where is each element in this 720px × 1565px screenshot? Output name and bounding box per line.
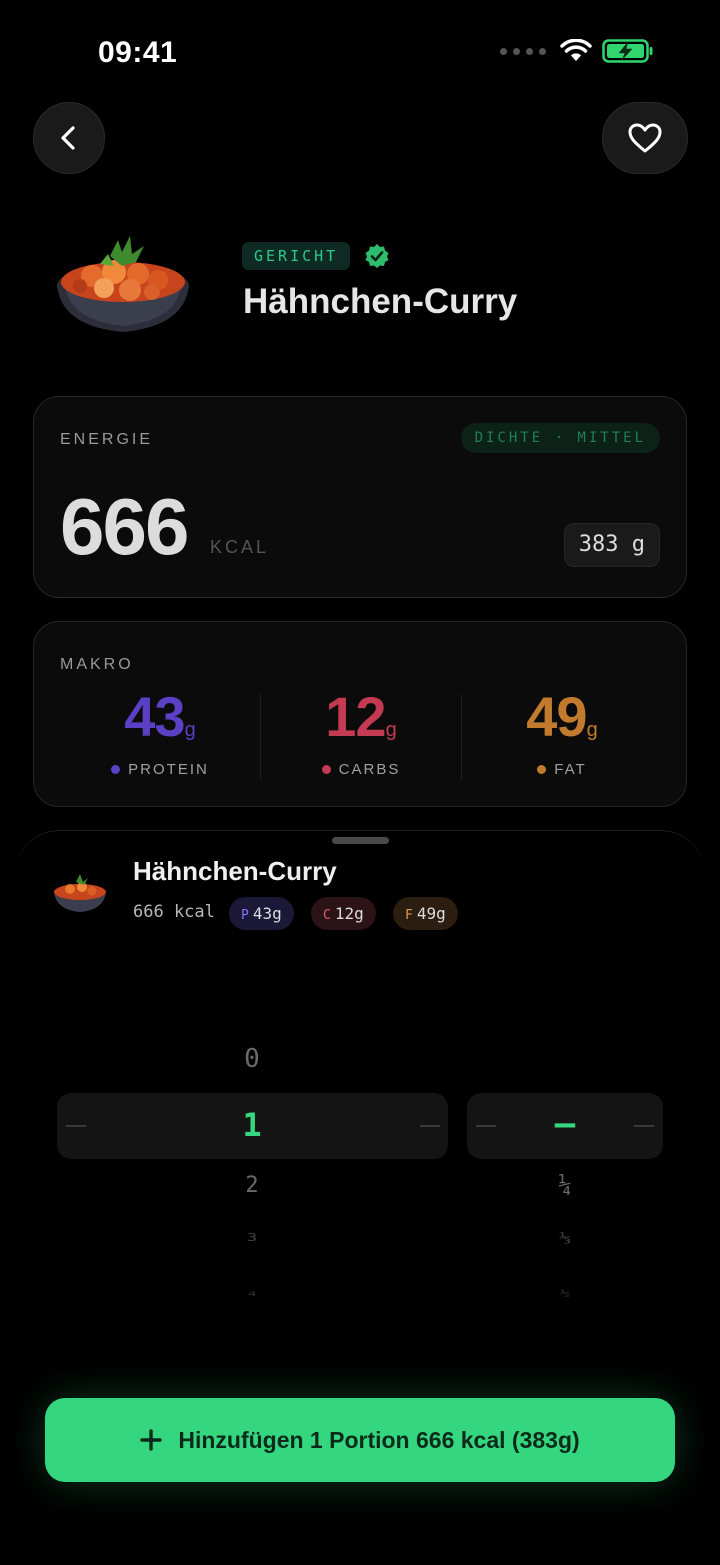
- carbs-pill-key: C: [323, 908, 331, 923]
- macro-fat: 49g FAT: [462, 684, 662, 778]
- battery-charging-icon: [602, 39, 653, 63]
- protein-pill: P 43g: [229, 897, 294, 930]
- carbs-label: CARBS: [338, 761, 401, 778]
- fraction-option-selected[interactable]: –: [535, 1104, 595, 1144]
- protein-pill-value: 43g: [252, 904, 282, 923]
- fat-value: 49: [526, 685, 587, 748]
- fat-pill-key: F: [405, 908, 413, 923]
- picker-tick: [420, 1125, 440, 1127]
- picker-tick: [66, 1125, 86, 1127]
- category-tag: GERICHT: [242, 242, 351, 270]
- protein-value: 43: [124, 685, 185, 748]
- protein-unit: g: [184, 719, 196, 741]
- carbs-value: 12: [325, 685, 386, 748]
- curry-bowl-thumbnail: [54, 874, 106, 912]
- density-badge: DICHTE · MITTEL: [460, 423, 660, 453]
- carbs-pill-value: 12g: [334, 904, 364, 923]
- status-bar: 09:41: [0, 0, 720, 100]
- status-time: 09:41: [98, 36, 178, 69]
- energy-label: ENERGIE: [60, 431, 154, 448]
- favorite-button[interactable]: [602, 102, 688, 174]
- curry-bowl-image: [57, 236, 189, 332]
- kcal-value: 666: [60, 482, 189, 571]
- fat-pill: F 49g: [393, 897, 458, 930]
- protein-label: PROTEIN: [128, 761, 209, 778]
- picker-tick: [634, 1125, 654, 1127]
- macro-label: MAKRO: [60, 656, 134, 673]
- sheet-kcal: 666 kcal: [133, 902, 215, 922]
- energy-card: ENERGIE DICHTE · MITTEL 666 KCAL 383 g: [33, 396, 687, 598]
- macro-carbs: 12g CARBS: [261, 684, 461, 778]
- status-icons: [500, 38, 654, 64]
- plus-icon: [140, 1429, 163, 1451]
- carbs-unit: g: [385, 719, 397, 741]
- fraction-option[interactable]: ¼: [535, 1173, 595, 1198]
- macro-protein: 43g PROTEIN: [60, 684, 260, 778]
- fraction-option[interactable]: ⅓: [535, 1231, 595, 1245]
- protein-dot: [111, 765, 121, 774]
- sheet-handle[interactable]: [332, 837, 389, 844]
- fat-unit: g: [586, 719, 598, 741]
- carbs-pill: C 12g: [311, 897, 376, 930]
- add-portion-button[interactable]: Hinzufügen 1 Portion 666 kcal (383g): [45, 1398, 675, 1482]
- signal-icon: [500, 47, 546, 55]
- heart-icon: [628, 123, 662, 153]
- back-button[interactable]: [33, 102, 105, 174]
- fat-dot: [537, 765, 547, 774]
- fat-pill-value: 49g: [416, 904, 446, 923]
- food-title: Hähnchen-Curry: [243, 282, 518, 321]
- amount-option[interactable]: 4: [222, 1290, 282, 1297]
- chevron-left-icon: [61, 126, 75, 150]
- amount-option[interactable]: 2: [222, 1173, 282, 1198]
- amount-option[interactable]: 0: [222, 1044, 282, 1074]
- picker-tick: [476, 1125, 496, 1127]
- carbs-dot: [321, 765, 331, 774]
- weight-badge: 383 g: [563, 523, 660, 567]
- wifi-icon: [560, 39, 592, 61]
- macro-card: MAKRO 43g PROTEIN 12g CARBS 49g FAT: [33, 621, 687, 807]
- verified-badge-icon: [365, 244, 389, 268]
- protein-pill-key: P: [241, 908, 249, 923]
- fraction-option[interactable]: ½: [535, 1289, 595, 1297]
- add-portion-label: Hinzufügen 1 Portion 666 kcal (383g): [178, 1426, 580, 1453]
- amount-option-selected[interactable]: 1: [222, 1106, 282, 1144]
- kcal-unit: KCAL: [210, 537, 270, 557]
- amount-option[interactable]: 3: [222, 1232, 282, 1244]
- fat-label: FAT: [554, 761, 587, 778]
- sheet-food-title: Hähnchen-Curry: [133, 856, 337, 886]
